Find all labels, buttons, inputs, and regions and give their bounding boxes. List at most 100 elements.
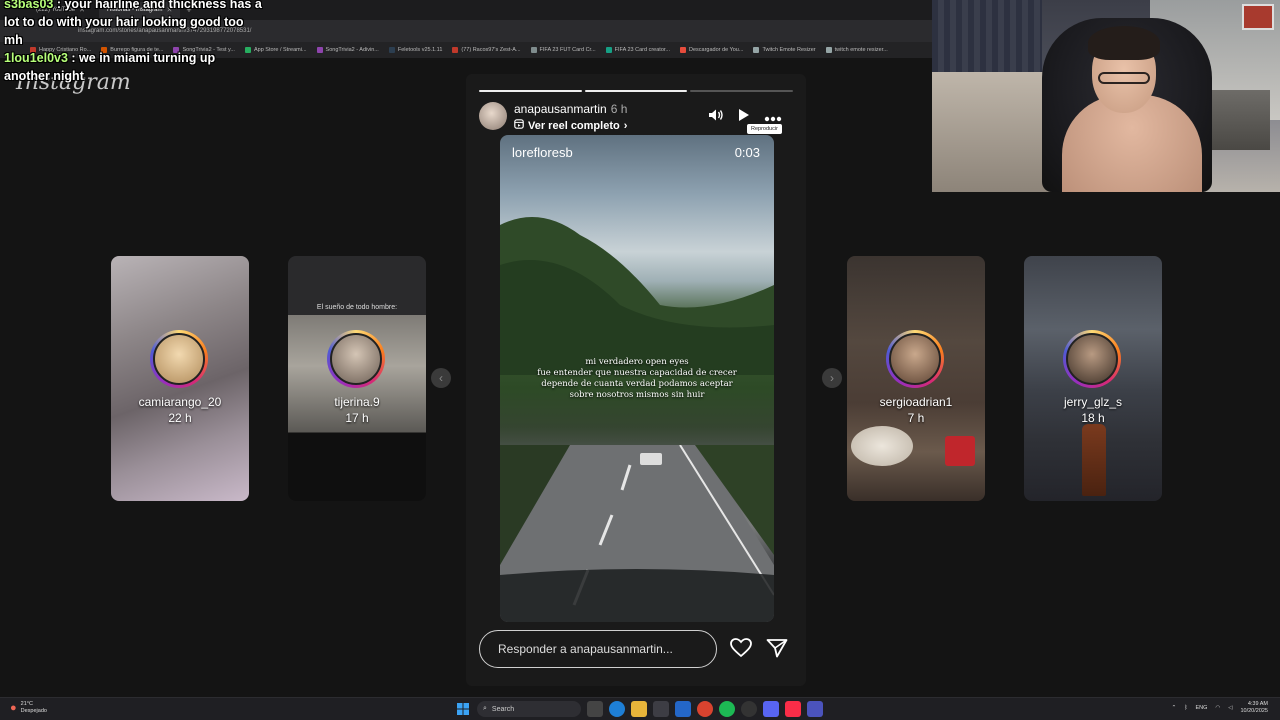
- search-icon: ⌕: [483, 705, 487, 712]
- taskbar-search[interactable]: ⌕ Search: [477, 701, 581, 717]
- bookmark-item[interactable]: FIFA 23 FUT Card Cr...: [530, 47, 596, 53]
- cup-image: [945, 436, 975, 466]
- teams-icon[interactable]: [807, 701, 823, 717]
- avatar-ring: [327, 330, 385, 388]
- edge-icon[interactable]: [609, 701, 625, 717]
- bookmark-label: FIFA 23 Card creator...: [614, 47, 670, 53]
- bookmark-icon: [605, 47, 612, 53]
- story-username: jerry_glz_s: [1063, 395, 1123, 409]
- windows-start-icon[interactable]: [455, 701, 471, 717]
- bookmark-icon: [316, 47, 323, 53]
- viewer-time: 6 h: [610, 102, 628, 116]
- volume-icon[interactable]: [708, 108, 724, 127]
- avatar-ring: [150, 330, 208, 388]
- screen: (222) YouTube ✕ Historias • Instagram ✕ + …: [0, 0, 1280, 720]
- bookmark-item[interactable]: twitch emote resizer...: [825, 47, 888, 53]
- road-image: [500, 445, 774, 622]
- next-story-button[interactable]: ›: [822, 368, 842, 388]
- speaker-icon[interactable]: ◁: [1228, 705, 1232, 711]
- taskbar-apps: ⌕ Search: [455, 701, 823, 717]
- clock-time: 4:39 AM: [1247, 701, 1268, 707]
- weather-widget[interactable]: ● 21°C Despejado: [10, 701, 47, 715]
- bookmark-icon: [388, 47, 395, 53]
- reply-actions: [730, 638, 788, 663]
- obs-icon[interactable]: [741, 701, 757, 717]
- file-explorer-icon[interactable]: [631, 701, 647, 717]
- view-full-reel-link[interactable]: Ver reel completo ›: [514, 119, 627, 132]
- chat-message: 1lou1el0v3 : we in miami turning up anot…: [4, 49, 264, 85]
- bluetooth-icon[interactable]: ᛒ: [1184, 705, 1187, 711]
- story-time: 22 h: [168, 411, 192, 425]
- progress-segment: [690, 90, 794, 92]
- chat-overlay: s3bas03 : your hairline and thickness ha…: [4, 0, 264, 85]
- avatar: [330, 333, 382, 385]
- story-card-sergioadrian[interactable]: sergioadrian1 7 h: [847, 256, 985, 501]
- viewer-username[interactable]: anapausanmartin: [514, 102, 607, 116]
- story-progress-bar: [479, 90, 794, 92]
- story-username: camiarango_20: [138, 395, 222, 409]
- reply-input[interactable]: Responder a anapausanmartin...: [479, 630, 717, 668]
- mail-icon[interactable]: [675, 701, 691, 717]
- bookmark-label: FIFA 23 FUT Card Cr...: [539, 47, 596, 53]
- webcam-overlay: [932, 0, 1280, 192]
- wifi-icon[interactable]: ◠: [1215, 705, 1220, 711]
- story-time: 17 h: [345, 411, 369, 425]
- store-icon[interactable]: [653, 701, 669, 717]
- weather-condition: Despejado: [20, 708, 47, 714]
- story-inner-header: El sueño de todo hombre:: [316, 304, 398, 311]
- bookmark-label: SongTrivia2 - Adivin...: [325, 47, 379, 53]
- webcam-poster: [1242, 4, 1274, 30]
- chat-message: s3bas03 : your hairline and thickness ha…: [4, 0, 264, 49]
- story-card-jerry[interactable]: jerry_glz_s 18 h: [1024, 256, 1162, 501]
- bookmark-icon: [530, 47, 537, 53]
- viewer-avatar[interactable]: [479, 102, 507, 130]
- avatar: [889, 333, 941, 385]
- media-username[interactable]: lorefloresb: [512, 145, 573, 160]
- heart-icon[interactable]: [730, 638, 752, 663]
- story-card-camiarango[interactable]: camiarango_20 22 h: [111, 256, 249, 501]
- previous-story-button[interactable]: ‹: [431, 368, 451, 388]
- bookmark-icon: [825, 47, 832, 53]
- weather-temp: 21°C: [20, 701, 33, 707]
- chevron-right-icon: ›: [623, 119, 628, 132]
- mountain-landscape: [500, 217, 774, 375]
- send-icon[interactable]: [766, 638, 788, 663]
- bookmark-item[interactable]: FIFA 23 Card creator...: [605, 47, 670, 53]
- bookmark-item[interactable]: (77) Racos97's Zest-A...: [452, 47, 521, 53]
- progress-segment: [584, 90, 688, 92]
- progress-segment: [479, 90, 582, 92]
- bookmark-item[interactable]: Descargador de You...: [680, 47, 743, 53]
- bookmark-item[interactable]: Feletools v25.1.11: [388, 47, 442, 53]
- story-time: 18 h: [1081, 411, 1105, 425]
- search-label: Search: [491, 705, 515, 713]
- windows-taskbar: ● 21°C Despejado ⌕ Search ⌃ ᛒ ENG ◠ ◁ 4:…: [0, 697, 1280, 720]
- bookmark-label: Twitch Emote Resizer: [762, 47, 816, 53]
- story-time: 7 h: [907, 411, 925, 425]
- bookmark-item[interactable]: SongTrivia2 - Adivin...: [316, 47, 379, 53]
- bookmark-icon: [680, 47, 686, 53]
- music-icon[interactable]: [785, 701, 801, 717]
- story-username: tijerina.9: [334, 395, 380, 409]
- chrome-icon[interactable]: [697, 701, 713, 717]
- clock[interactable]: 4:39 AM 10/20/2025: [1240, 701, 1268, 715]
- play-tooltip: Reproducir: [747, 124, 782, 134]
- story-card-tijerina[interactable]: El sueño de todo hombre: tijerina.9 17 h: [288, 256, 426, 501]
- spotify-icon[interactable]: [719, 701, 735, 717]
- bookmark-icon: [452, 47, 459, 53]
- webcam-person-glasses: [1098, 72, 1150, 84]
- bookmark-label: Descargador de You...: [689, 47, 744, 53]
- media-timestamp: 0:03: [734, 145, 760, 160]
- chat-username: 1lou1el0v3: [4, 51, 68, 65]
- bookmark-item[interactable]: Twitch Emote Resizer: [753, 47, 816, 53]
- story-media[interactable]: lorefloresb 0:03 mi verdadero open eyes …: [500, 135, 774, 622]
- avatar-ring: [886, 330, 944, 388]
- cake-image: [851, 426, 913, 466]
- clock-date: 10/20/2025: [1240, 708, 1268, 714]
- chevron-left-icon: ‹: [439, 371, 443, 385]
- language-indicator[interactable]: ENG: [1196, 705, 1208, 711]
- bookmark-icon: [753, 47, 760, 53]
- webcam-person-hair: [1088, 26, 1160, 60]
- chevron-up-icon[interactable]: ⌃: [1172, 705, 1177, 711]
- task-view-icon[interactable]: [587, 701, 603, 717]
- discord-icon[interactable]: [763, 701, 779, 717]
